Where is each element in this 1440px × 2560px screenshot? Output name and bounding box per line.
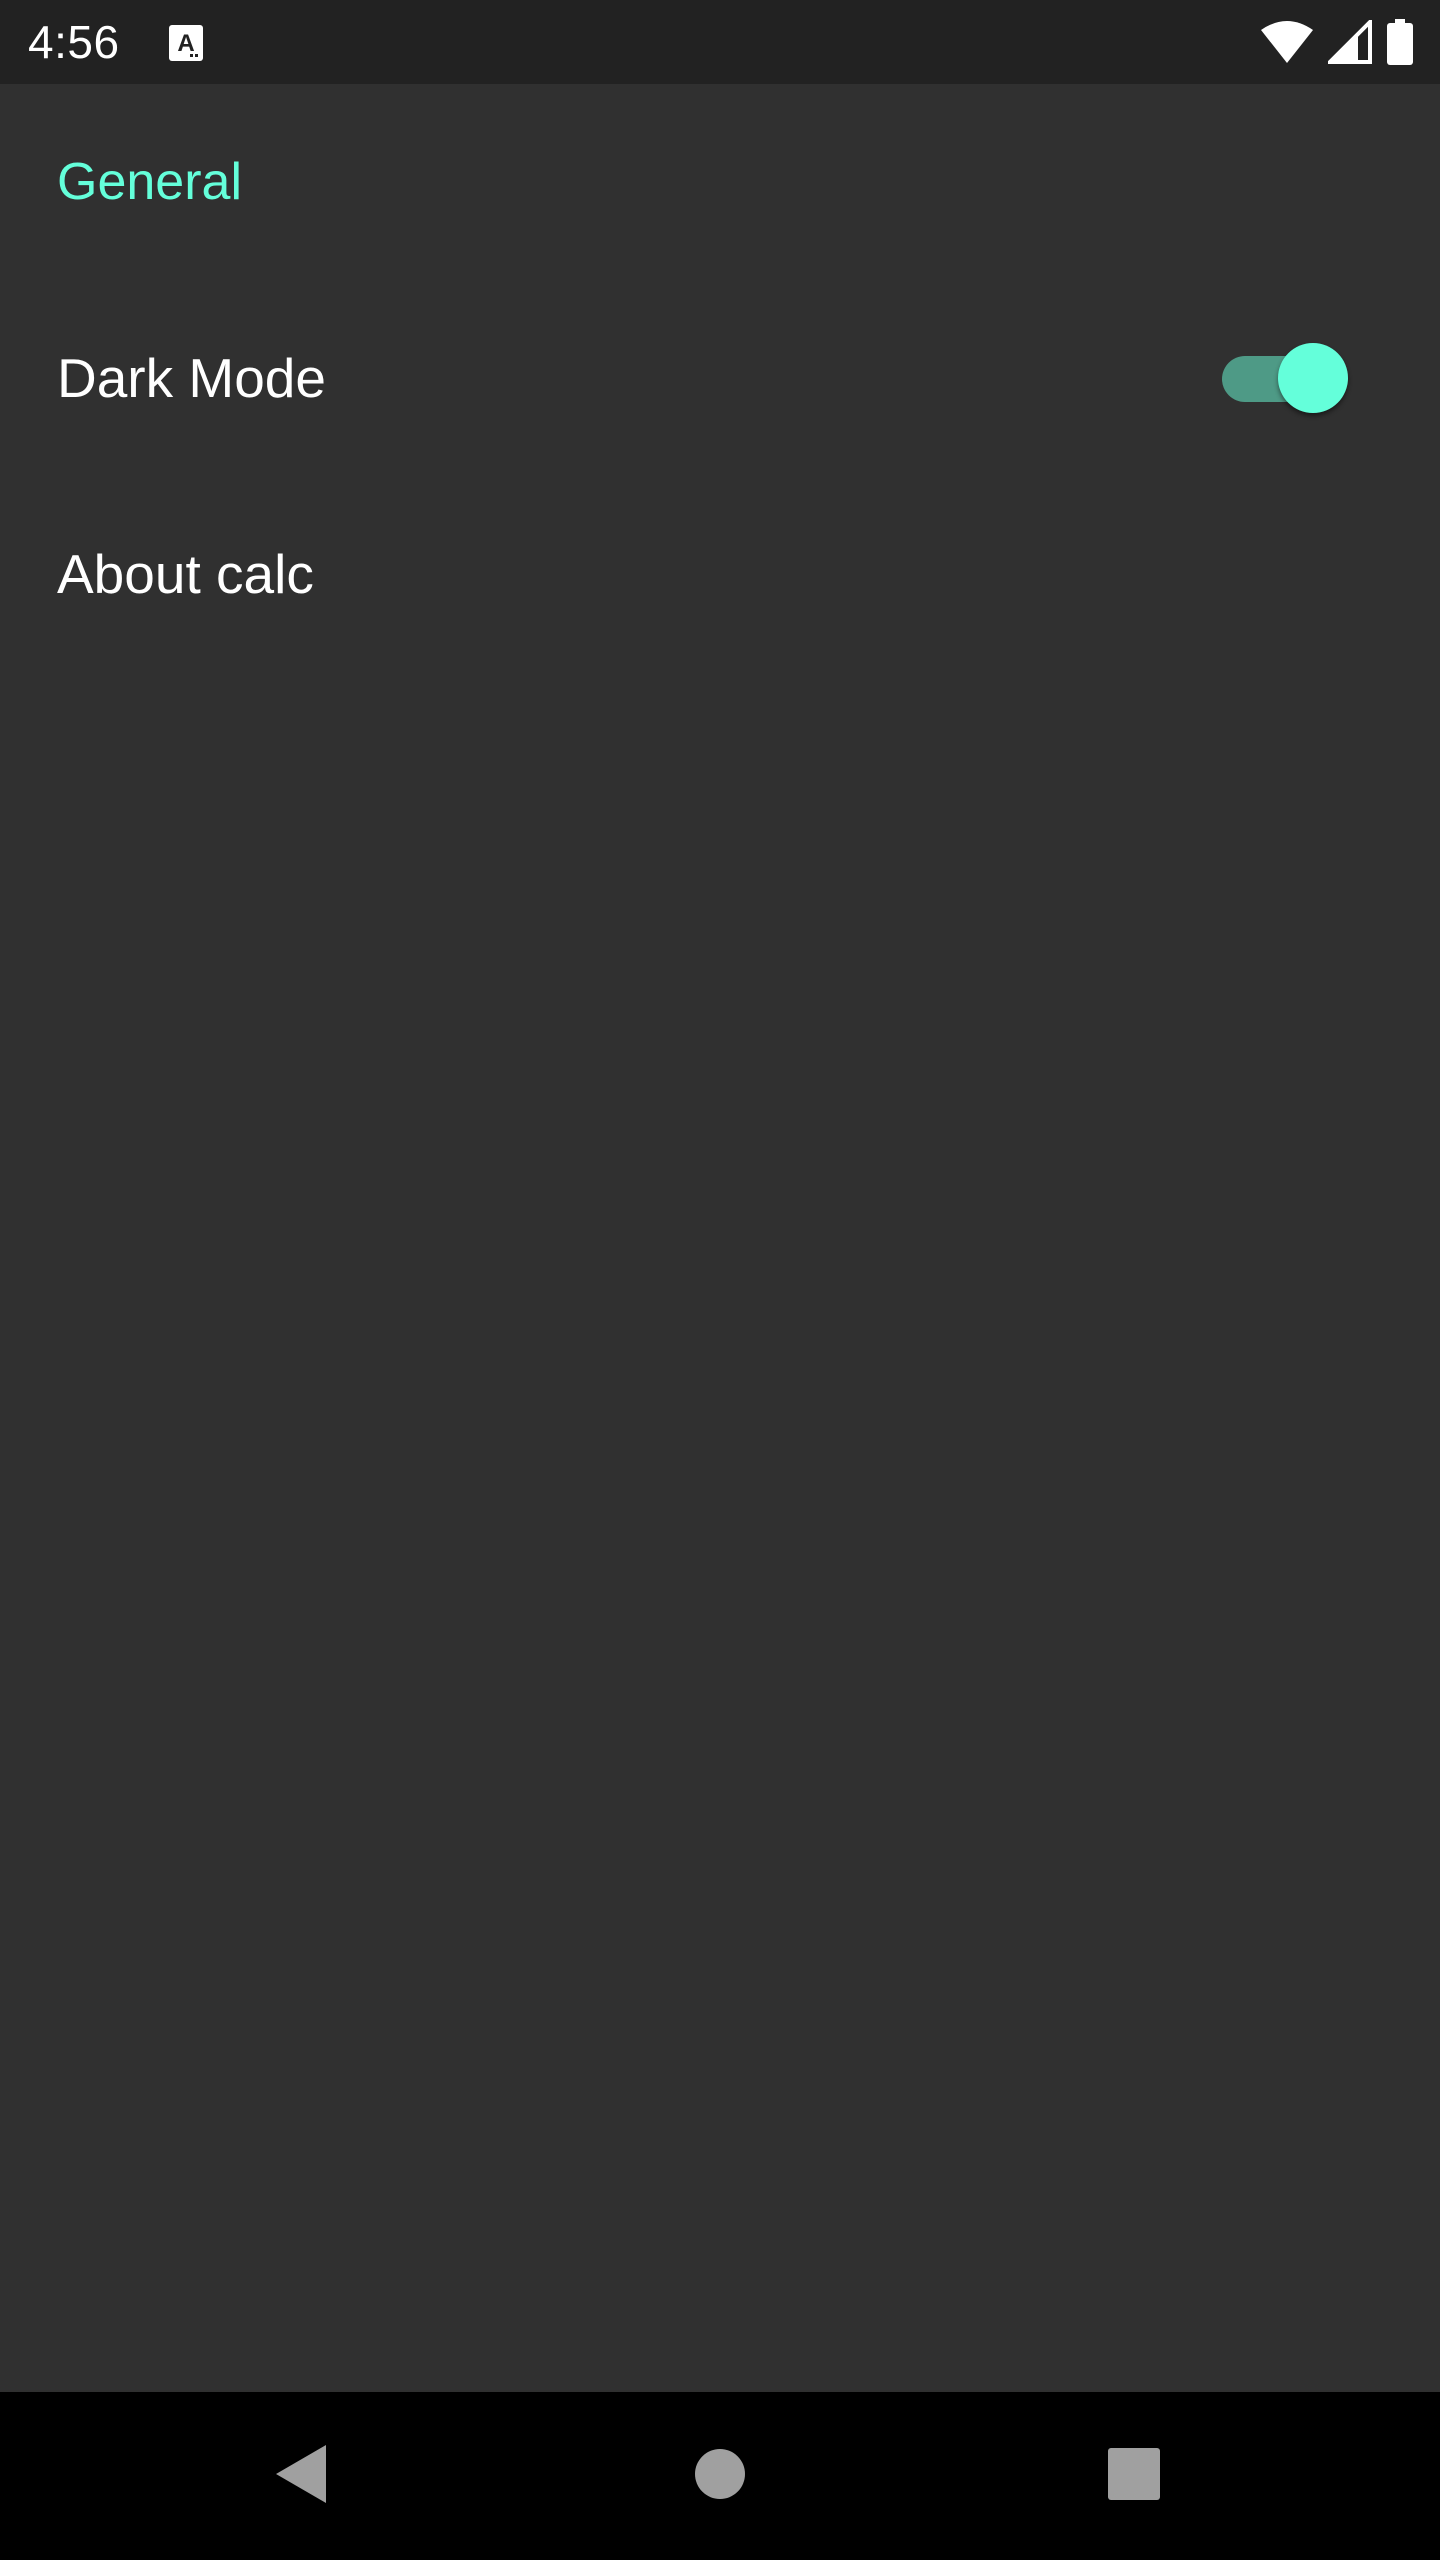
home-button[interactable] (620, 2392, 820, 2560)
about-calc-label: About calc (57, 543, 314, 605)
battery-icon (1386, 19, 1414, 65)
navigation-bar (0, 2392, 1440, 2560)
signal-icon (1328, 20, 1372, 64)
back-icon (272, 2443, 328, 2510)
dark-mode-label: Dark Mode (57, 347, 326, 409)
switch-thumb (1278, 343, 1348, 413)
dark-mode-row[interactable]: Dark Mode (0, 280, 1440, 476)
recents-button[interactable] (1034, 2392, 1234, 2560)
dark-mode-switch[interactable] (1222, 342, 1350, 414)
svg-text:A: A (177, 30, 194, 57)
recents-icon (1107, 2447, 1161, 2506)
about-calc-row[interactable]: About calc (0, 476, 1440, 672)
status-bar: 4:56 A (0, 0, 1440, 84)
settings-screen: 4:56 A General Dark Mode About calc (0, 0, 1440, 2560)
home-icon (694, 2448, 746, 2505)
wifi-icon (1260, 20, 1314, 64)
section-header-general: General (57, 153, 242, 211)
status-time: 4:56 (28, 16, 120, 68)
text-a-icon: A (168, 24, 204, 62)
status-icons (1260, 18, 1414, 66)
back-button[interactable] (200, 2392, 400, 2560)
